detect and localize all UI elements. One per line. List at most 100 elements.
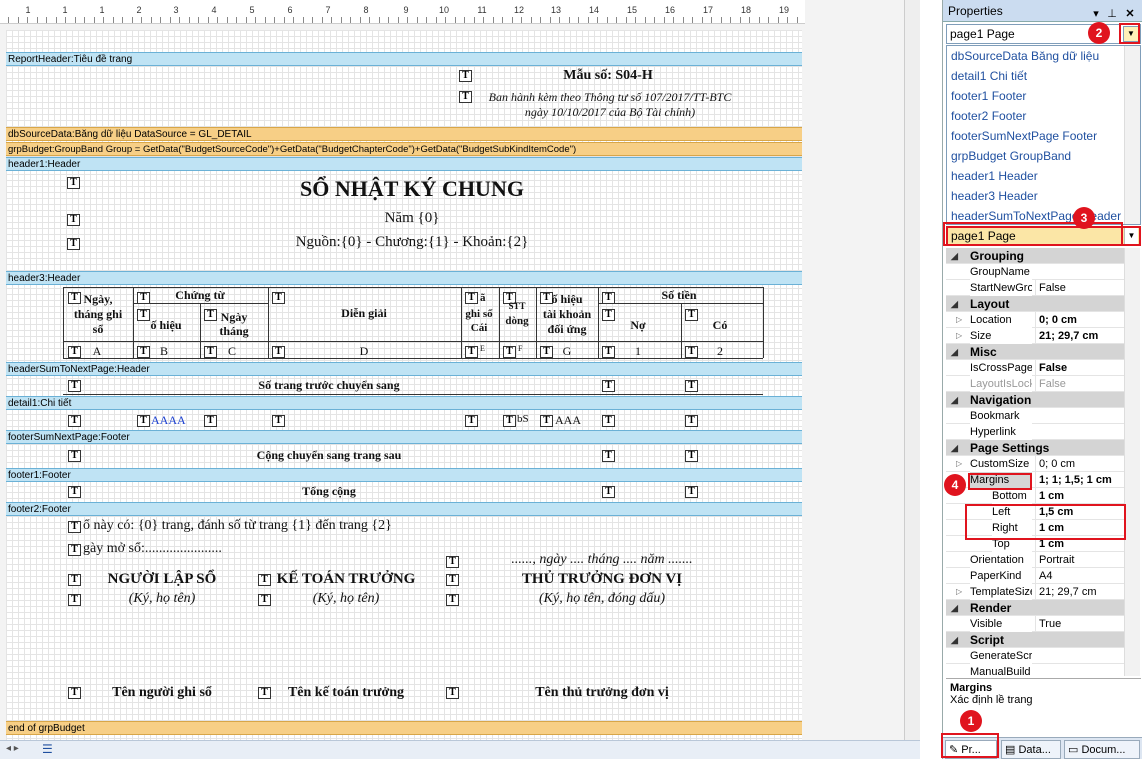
prop-bookmark[interactable]: Bookmark	[946, 408, 1124, 424]
text-box-marker[interactable]: T	[685, 415, 698, 427]
band-report-header[interactable]: ReportHeader:Tiêu đề trang	[6, 52, 802, 66]
report-page[interactable]: ReportHeader:Tiêu đề trang T Mẫu số: S04…	[6, 30, 802, 746]
prop-manual-build[interactable]: ManualBuild	[946, 664, 1124, 676]
collapse-icon[interactable]: ◢	[951, 632, 958, 648]
chevron-down-icon[interactable]: ▼	[1124, 228, 1138, 244]
text-box-marker[interactable]: T	[137, 415, 150, 427]
text-box-marker[interactable]: T	[258, 574, 271, 586]
dropdown-item[interactable]: header1 Header	[947, 166, 1125, 186]
tab-document[interactable]: ▭ Docum...	[1064, 740, 1140, 759]
expand-icon[interactable]: ▷	[956, 312, 962, 328]
nav-arrows-icon[interactable]: ◂ ▸	[6, 743, 19, 754]
text-box-marker[interactable]: T	[68, 574, 81, 586]
band-header-sum[interactable]: headerSumToNextPage:Header	[6, 362, 802, 376]
text-box-marker[interactable]: T	[685, 309, 698, 321]
signature-1-title[interactable]: NGƯỜI LẬP SỔ	[108, 571, 217, 588]
prop-generate-script[interactable]: GenerateScri	[946, 648, 1124, 664]
text-box-marker[interactable]: T	[465, 346, 478, 358]
band-header1[interactable]: header1:Header	[6, 157, 802, 171]
text-box-marker[interactable]: T	[137, 346, 150, 358]
category-navigation[interactable]: ◢ Navigation	[946, 392, 1124, 408]
dropdown-scrollbar[interactable]	[1124, 46, 1140, 224]
report-title[interactable]: SỔ NHẬT KÝ CHUNG	[300, 176, 524, 202]
prop-size[interactable]: ▷ Size 21; 29,7 cm	[946, 328, 1124, 344]
collapse-icon[interactable]: ◢	[951, 440, 958, 456]
band-db-source[interactable]: dbSourceData:Băng dữ liệu DataSource = G…	[6, 127, 802, 141]
text-box-marker[interactable]: T	[685, 346, 698, 358]
form-note-2[interactable]: ngày 10/10/2017 của Bộ Tài chính)	[525, 105, 695, 120]
prop-orientation[interactable]: Orientation Portrait	[946, 552, 1124, 568]
prop-hyperlink[interactable]: Hyperlink	[946, 424, 1124, 440]
dropdown-item[interactable]: footer2 Footer	[947, 106, 1125, 126]
category-layout[interactable]: ◢ Layout	[946, 296, 1124, 312]
band-grp-budget[interactable]: grpBudget:GroupBand Group = GetData("Bud…	[6, 142, 802, 156]
prop-visible[interactable]: Visible True	[946, 616, 1124, 632]
text-box-marker[interactable]: T	[272, 415, 285, 427]
text-box-marker[interactable]: T	[68, 594, 81, 606]
text-box-marker[interactable]: T	[459, 91, 472, 103]
dropdown-item[interactable]: detail1 Chi tiết	[947, 66, 1125, 86]
category-script[interactable]: ◢ Script	[946, 632, 1124, 648]
carry-out-label[interactable]: Cộng chuyển sang trang sau	[257, 448, 402, 463]
prop-is-cross-page[interactable]: IsCrossPage False	[946, 360, 1124, 376]
expand-icon[interactable]: ▷	[956, 584, 962, 600]
prop-template-size[interactable]: ▷ TemplateSize 21; 29,7 cm	[946, 584, 1124, 600]
signature-1-sub[interactable]: (Ký, họ tên)	[129, 591, 195, 607]
band-end-grp[interactable]: end of grpBudget	[6, 721, 802, 735]
prop-layout-is-locked[interactable]: LayoutIsLock False	[946, 376, 1124, 392]
text-box-marker[interactable]: T	[465, 415, 478, 427]
name-1[interactable]: Tên người ghi sổ	[112, 685, 212, 701]
collapse-icon[interactable]: ◢	[951, 600, 958, 616]
report-source[interactable]: Nguồn:{0} - Chương:{1} - Khoản:{2}	[296, 234, 529, 251]
carry-in-label[interactable]: Số trang trước chuyển sang	[258, 378, 399, 393]
text-box-marker[interactable]: T	[503, 415, 516, 427]
signature-3-title[interactable]: THỦ TRƯỞNG ĐƠN VỊ	[522, 571, 682, 588]
property-grid[interactable]: ◢ Grouping GroupName StartNewGro False ◢ La…	[946, 248, 1124, 676]
text-box-marker[interactable]: T	[68, 544, 81, 556]
detail-field-aaaa[interactable]: AAAA	[151, 413, 186, 428]
collapse-icon[interactable]: ◢	[951, 296, 958, 312]
collapse-icon[interactable]: ◢	[951, 392, 958, 408]
text-box-marker[interactable]: T	[204, 346, 217, 358]
text-box-marker[interactable]: T	[137, 309, 150, 321]
pin-icon[interactable]: ⊥	[1105, 3, 1119, 25]
text-box-marker[interactable]: T	[446, 687, 459, 699]
text-box-marker[interactable]: T	[137, 292, 150, 304]
text-box-marker[interactable]: T	[67, 177, 80, 189]
dropdown-item[interactable]: footer1 Footer	[947, 86, 1125, 106]
category-render[interactable]: ◢ Render	[946, 600, 1124, 616]
dropdown-item[interactable]: grpBudget GroupBand	[947, 146, 1125, 166]
category-page-settings[interactable]: ◢ Page Settings	[946, 440, 1124, 456]
prop-paper-kind[interactable]: PaperKind A4	[946, 568, 1124, 584]
text-box-marker[interactable]: T	[67, 238, 80, 250]
text-box-marker[interactable]: T	[204, 309, 217, 321]
dropdown-item[interactable]: header3 Header	[947, 186, 1125, 206]
text-box-marker[interactable]: T	[67, 214, 80, 226]
object-dropdown-list[interactable]: dbSourceData Băng dữ liệu detail1 Chi ti…	[946, 45, 1141, 225]
band-footer-sum[interactable]: footerSumNextPage:Footer	[6, 430, 802, 444]
tab-data[interactable]: ▤ Data...	[1001, 740, 1061, 759]
text-box-marker[interactable]: T	[446, 594, 459, 606]
text-box-marker[interactable]: T	[272, 292, 285, 304]
collapse-icon[interactable]: ◢	[951, 248, 958, 264]
text-box-marker[interactable]: T	[459, 70, 472, 82]
text-box-marker[interactable]: T	[602, 450, 615, 462]
text-box-marker[interactable]: T	[465, 292, 478, 304]
text-box-marker[interactable]: T	[68, 687, 81, 699]
band-footer2[interactable]: footer2:Footer	[6, 502, 802, 516]
text-box-marker[interactable]: T	[68, 521, 81, 533]
text-box-marker[interactable]: T	[602, 380, 615, 392]
close-icon[interactable]: ✕	[1123, 3, 1137, 25]
text-box-marker[interactable]: T	[68, 486, 81, 498]
text-box-marker[interactable]: T	[685, 486, 698, 498]
report-year[interactable]: Năm {0}	[385, 210, 440, 227]
text-box-marker[interactable]: T	[68, 415, 81, 427]
designer-vertical-scrollbar[interactable]	[904, 0, 920, 740]
dropdown-item[interactable]: footerSumNextPage Footer	[947, 126, 1125, 146]
signature-2-sub[interactable]: (Ký, họ tên)	[313, 591, 379, 607]
expand-icon[interactable]: ▷	[956, 328, 962, 344]
text-box-marker[interactable]: T	[602, 486, 615, 498]
property-grid-scrollbar[interactable]	[1124, 248, 1140, 676]
text-box-marker[interactable]: T	[446, 556, 459, 568]
prop-margin-bottom[interactable]: Bottom 1 cm	[946, 488, 1124, 504]
